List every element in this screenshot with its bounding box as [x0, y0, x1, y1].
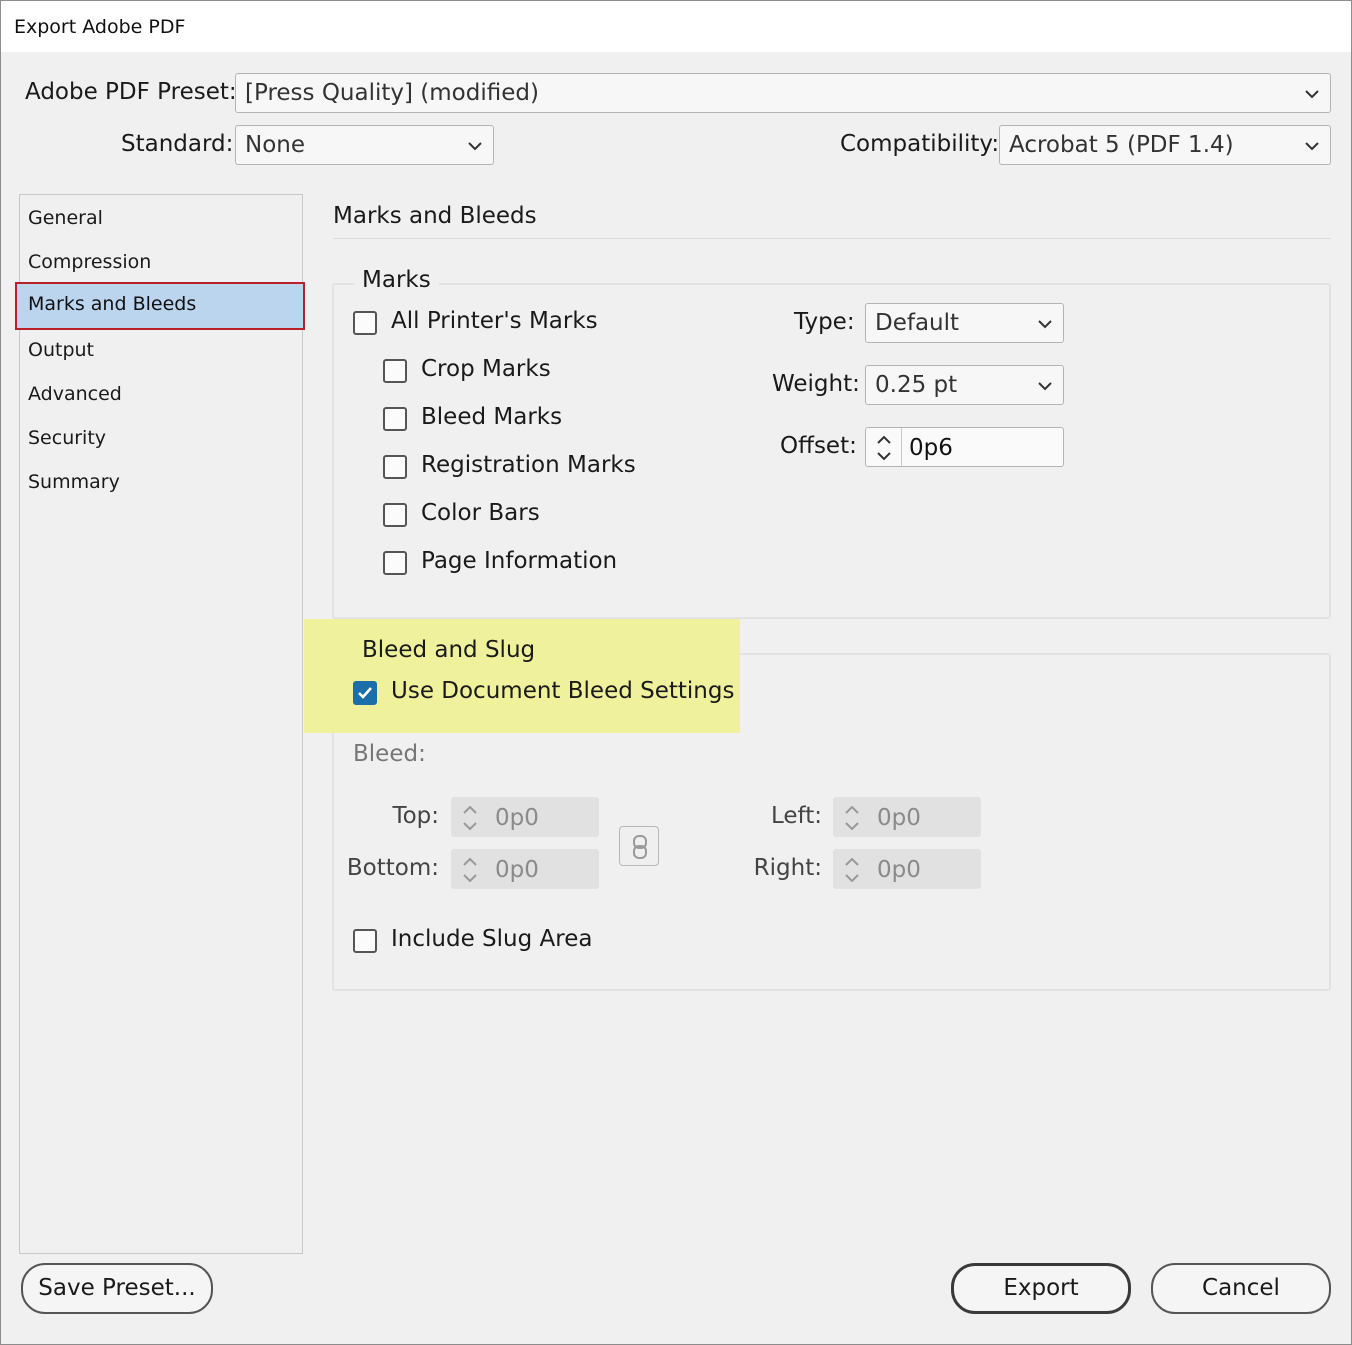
weight-dropdown[interactable]: 0.25 pt: [865, 365, 1064, 405]
color-bars-checkbox[interactable]: [383, 503, 407, 527]
export-button[interactable]: Export: [951, 1263, 1131, 1314]
top-bleed-stepper[interactable]: 0p0: [451, 797, 599, 837]
bleed-marks-checkbox[interactable]: [383, 407, 407, 431]
compatibility-value: Acrobat 5 (PDF 1.4): [1009, 132, 1234, 158]
checkmark-icon: [358, 687, 372, 699]
offset-value: 0p6: [909, 435, 953, 461]
registration-marks-checkbox[interactable]: [383, 455, 407, 479]
cancel-button[interactable]: Cancel: [1151, 1263, 1331, 1314]
left-label: Left:: [770, 803, 822, 829]
sidebar-item-advanced[interactable]: Advanced: [28, 378, 122, 410]
crop-marks-checkbox[interactable]: [383, 359, 407, 383]
weight-label: Weight:: [772, 371, 860, 397]
preset-label: Adobe PDF Preset:: [25, 79, 237, 105]
up-down-arrows-icon: [463, 805, 477, 831]
make-all-settings-same-button[interactable]: [619, 826, 659, 866]
sidebar-item-compression[interactable]: Compression: [28, 246, 151, 278]
chevron-down-icon: [1305, 90, 1319, 99]
bleed-label: Bleed:: [353, 741, 426, 767]
title-bar: Export Adobe PDF: [0, 0, 1352, 52]
divider: [333, 238, 1331, 239]
all-printers-marks-checkbox[interactable]: [353, 311, 377, 335]
use-document-bleed-checkbox[interactable]: [353, 681, 377, 705]
compatibility-dropdown[interactable]: Acrobat 5 (PDF 1.4): [999, 125, 1331, 165]
registration-marks-label: Registration Marks: [421, 452, 636, 478]
bleed-marks-label: Bleed Marks: [421, 404, 563, 430]
stepper-arrows[interactable]: [452, 850, 488, 888]
type-dropdown[interactable]: Default: [865, 303, 1064, 343]
window-title: Export Adobe PDF: [14, 16, 186, 38]
bottom-label: Bottom:: [346, 855, 439, 881]
include-slug-area-label: Include Slug Area: [391, 926, 593, 952]
use-document-bleed-label: Use Document Bleed Settings: [391, 678, 735, 704]
standard-value: None: [245, 132, 306, 158]
up-down-arrows-icon: [845, 805, 859, 831]
page-title: Marks and Bleeds: [333, 203, 537, 229]
type-label: Type:: [794, 309, 855, 335]
top-label: Top:: [392, 803, 439, 829]
left-bleed-value: 0p0: [877, 805, 921, 831]
offset-stepper[interactable]: 0p6: [865, 427, 1064, 467]
include-slug-area-checkbox[interactable]: [353, 929, 377, 953]
bottom-bleed-stepper[interactable]: 0p0: [451, 849, 599, 889]
bleed-slug-group-title: Bleed and Slug: [362, 637, 536, 663]
chevron-down-icon: [1038, 320, 1052, 329]
save-preset-button[interactable]: Save Preset...: [21, 1263, 213, 1314]
stepper-arrows[interactable]: [866, 428, 902, 466]
type-value: Default: [875, 310, 960, 336]
weight-value: 0.25 pt: [875, 372, 958, 398]
sidebar-item-general[interactable]: General: [28, 202, 103, 234]
up-down-arrows-icon: [877, 435, 891, 461]
standard-dropdown[interactable]: None: [235, 125, 494, 165]
right-bleed-stepper[interactable]: 0p0: [833, 849, 981, 889]
sidebar: General Compression Output Advanced Secu…: [19, 194, 303, 1254]
sidebar-item-marks-and-bleeds[interactable]: Marks and Bleeds: [15, 282, 305, 330]
bottom-bleed-value: 0p0: [495, 857, 539, 883]
compatibility-label: Compatibility:: [840, 131, 1000, 157]
chevron-down-icon: [1038, 382, 1052, 391]
color-bars-label: Color Bars: [421, 500, 540, 526]
crop-marks-label: Crop Marks: [421, 356, 551, 382]
left-bleed-stepper[interactable]: 0p0: [833, 797, 981, 837]
chevron-down-icon: [1305, 142, 1319, 151]
right-label: Right:: [753, 855, 822, 881]
offset-label: Offset:: [780, 433, 857, 459]
sidebar-item-output[interactable]: Output: [28, 334, 94, 366]
top-bleed-value: 0p0: [495, 805, 539, 831]
stepper-arrows[interactable]: [452, 798, 488, 836]
sidebar-item-label: Marks and Bleeds: [28, 293, 197, 315]
page-information-checkbox[interactable]: [383, 551, 407, 575]
stepper-arrows[interactable]: [834, 850, 870, 888]
up-down-arrows-icon: [845, 857, 859, 883]
all-printers-marks-label: All Printer's Marks: [391, 308, 598, 334]
sidebar-item-summary[interactable]: Summary: [28, 466, 120, 498]
up-down-arrows-icon: [463, 857, 477, 883]
preset-value: [Press Quality] (modified): [245, 80, 539, 106]
preset-dropdown[interactable]: [Press Quality] (modified): [235, 73, 1331, 113]
standard-label: Standard:: [121, 131, 234, 157]
stepper-arrows[interactable]: [834, 798, 870, 836]
right-bleed-value: 0p0: [877, 857, 921, 883]
chevron-down-icon: [468, 142, 482, 151]
chain-link-icon: [633, 835, 647, 859]
marks-group-title: Marks: [354, 267, 439, 293]
sidebar-item-security[interactable]: Security: [28, 422, 106, 454]
page-information-label: Page Information: [421, 548, 618, 574]
